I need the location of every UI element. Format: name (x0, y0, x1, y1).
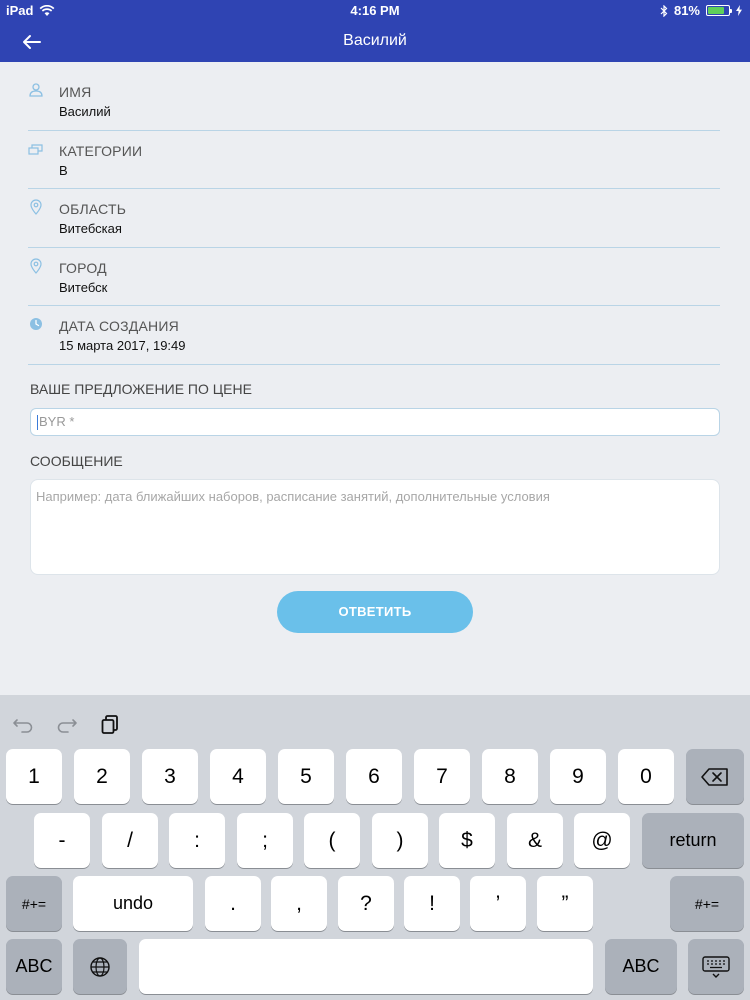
key-semicolon[interactable]: ; (237, 813, 293, 868)
location-pin-icon (30, 257, 42, 274)
backspace-icon (701, 767, 728, 786)
message-label: СООБЩЕНИЕ (30, 453, 123, 469)
page-title: Василий (343, 32, 407, 49)
return-key[interactable]: return (642, 813, 744, 868)
key-comma[interactable]: , (271, 876, 327, 931)
text-caret (37, 415, 38, 431)
key-ampersand[interactable]: & (507, 813, 563, 868)
delete-key[interactable] (686, 749, 744, 804)
keyboard-dismiss-icon (702, 955, 730, 978)
message-placeholder: Например: дата ближайших наборов, распис… (36, 489, 550, 504)
key-question[interactable]: ? (338, 876, 394, 931)
field-label: ДАТА СОЗДАНИЯ (59, 318, 179, 334)
field-label: ГОРОД (59, 259, 107, 276)
key-3[interactable]: 3 (142, 749, 198, 804)
field-row-categories: КАТЕГОРИИ B (28, 131, 720, 189)
price-input[interactable]: BYR * (30, 408, 720, 436)
message-textarea[interactable]: Например: дата ближайших наборов, распис… (30, 479, 720, 575)
globe-key[interactable] (73, 939, 127, 994)
field-value: B (59, 162, 68, 178)
symbols-key-right[interactable]: #+= (670, 876, 744, 931)
categories-icon (28, 143, 43, 155)
battery-percent: 81% (673, 3, 700, 18)
key-7[interactable]: 7 (414, 749, 470, 804)
field-value: 15 марта 2017, 19:49 (59, 338, 186, 353)
person-icon (29, 83, 43, 97)
undo-icon[interactable] (10, 711, 36, 737)
charging-icon (736, 5, 742, 16)
key-period[interactable]: . (205, 876, 261, 931)
status-bar: iPad 4:16 PM 81% (0, 0, 750, 22)
keyboard-toolbar (10, 711, 124, 737)
space-key[interactable] (139, 939, 593, 994)
key-6[interactable]: 6 (346, 749, 402, 804)
field-value: Василий (59, 104, 111, 119)
abc-key-right[interactable]: ABC (605, 939, 677, 994)
reply-button[interactable]: ОТВЕТИТЬ (277, 591, 473, 633)
globe-icon (90, 956, 110, 977)
key-exclamation[interactable]: ! (404, 876, 460, 931)
key-slash[interactable]: / (102, 813, 158, 868)
key-apostrophe[interactable]: ’ (470, 876, 526, 931)
field-row-city: ГОРОД Витебск (28, 248, 720, 306)
key-left-paren[interactable]: ( (304, 813, 360, 868)
redo-icon[interactable] (54, 711, 80, 737)
location-pin-icon (30, 199, 42, 215)
key-4[interactable]: 4 (210, 749, 266, 804)
key-quote[interactable]: ” (537, 876, 593, 931)
clock-icon (30, 318, 42, 330)
paste-icon[interactable] (98, 711, 124, 737)
battery-icon (706, 5, 732, 16)
key-colon[interactable]: : (169, 813, 225, 868)
key-right-paren[interactable]: ) (372, 813, 428, 868)
field-row-region: ОБЛАСТЬ Витебская (28, 189, 720, 248)
onscreen-keyboard: 1 2 3 4 5 6 7 8 9 0 - / : ; ( ) $ & @ re… (0, 695, 750, 1000)
field-row-name: ИМЯ Василий (28, 72, 720, 131)
key-dollar[interactable]: $ (439, 813, 495, 868)
battery-fill (708, 7, 725, 14)
undo-key[interactable]: undo (73, 876, 193, 931)
key-1[interactable]: 1 (6, 749, 62, 804)
nav-bar: Василий (0, 22, 750, 62)
field-value: Витебск (59, 279, 108, 295)
key-2[interactable]: 2 (74, 749, 130, 804)
price-label: ВАШЕ ПРЕДЛОЖЕНИЕ ПО ЦЕНЕ (30, 381, 252, 397)
info-list: ИМЯ Василий КАТЕГОРИИ B ОБЛАСТЬ Витебска… (28, 72, 720, 365)
field-row-created: ДАТА СОЗДАНИЯ 15 марта 2017, 19:49 (28, 306, 720, 365)
symbols-key-left[interactable]: #+= (6, 876, 62, 931)
key-9[interactable]: 9 (550, 749, 606, 804)
status-time: 4:16 PM (350, 3, 400, 18)
field-value: Витебская (59, 221, 122, 236)
hide-keyboard-key[interactable] (688, 939, 744, 994)
key-5[interactable]: 5 (278, 749, 334, 804)
key-at[interactable]: @ (574, 813, 630, 868)
field-label: КАТЕГОРИИ (59, 142, 143, 159)
abc-key-left[interactable]: ABC (6, 939, 62, 994)
key-hyphen[interactable]: - (34, 813, 90, 868)
key-8[interactable]: 8 (482, 749, 538, 804)
field-label: ОБЛАСТЬ (59, 201, 127, 217)
app-header: iPad 4:16 PM 81% Василий (0, 0, 750, 62)
bluetooth-icon (660, 4, 668, 17)
field-label: ИМЯ (59, 84, 92, 100)
key-0[interactable]: 0 (618, 749, 674, 804)
price-placeholder: BYR * (39, 414, 75, 429)
